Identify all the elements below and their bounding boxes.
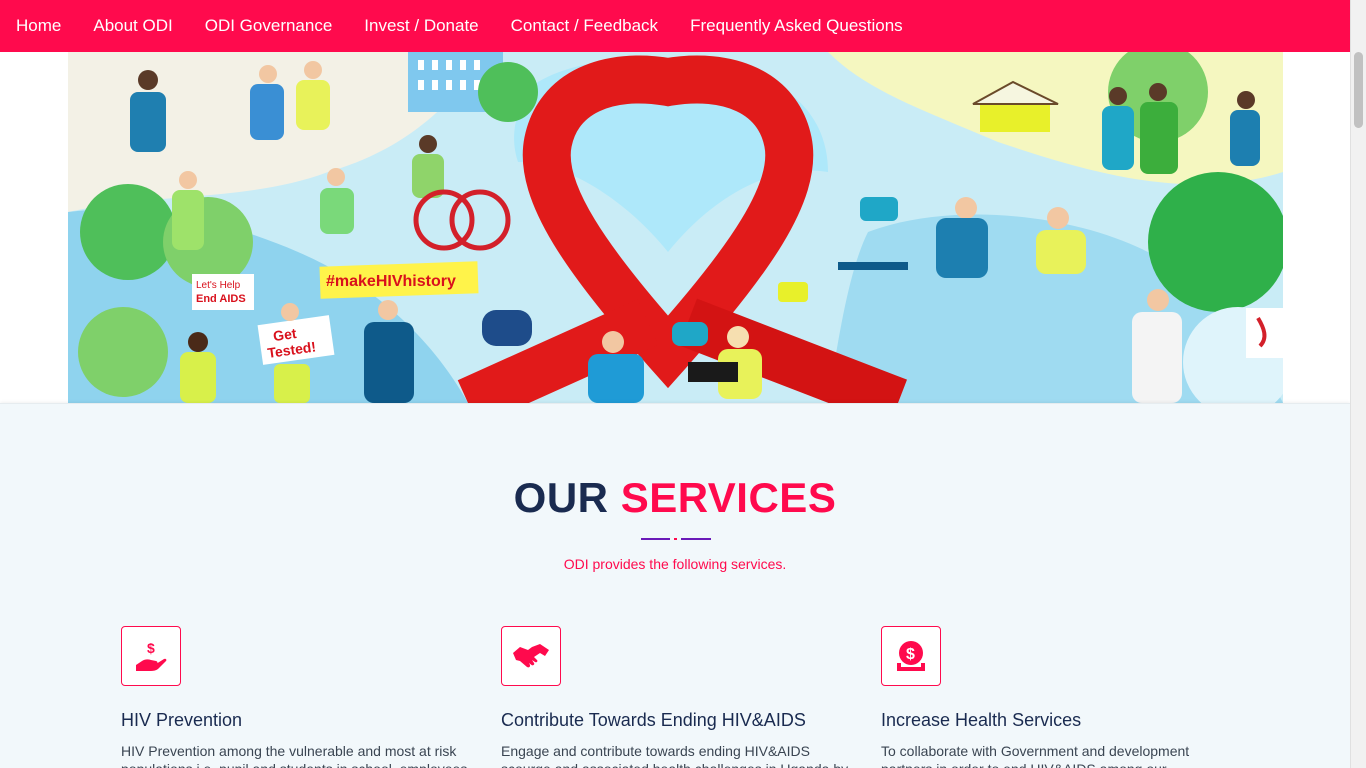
hero-carousel[interactable]: #makeHIVhistory Let's Help End AIDS Get … bbox=[68, 52, 1283, 403]
handshake-icon bbox=[501, 626, 561, 686]
service-title: Increase Health Services bbox=[881, 710, 1082, 730]
service-card-ending-hiv-aids: Contribute Towards Ending HIV&AIDS Engag… bbox=[501, 626, 861, 768]
nav-invest-donate[interactable]: Invest / Donate bbox=[348, 0, 494, 52]
nav-faq[interactable]: Frequently Asked Questions bbox=[674, 0, 919, 52]
services-section: OUR SERVICES ODI provides the following … bbox=[0, 403, 1350, 768]
services-subtitle: ODI provides the following services. bbox=[563, 556, 787, 572]
service-description: To collaborate with Government and devel… bbox=[881, 743, 1190, 768]
top-navbar: Home About ODI ODI Governance Invest / D… bbox=[0, 0, 1366, 52]
service-description: Engage and contribute towards ending HIV… bbox=[501, 743, 848, 768]
service-title: Contribute Towards Ending HIV&AIDS bbox=[501, 710, 806, 730]
banner-sign-make-hiv-history: #makeHIVhistory bbox=[326, 273, 456, 290]
services-title-part2: SERVICES bbox=[620, 474, 837, 521]
nav-about[interactable]: About ODI bbox=[77, 0, 188, 52]
services-title-part1: OUR bbox=[513, 474, 609, 521]
svg-text:$: $ bbox=[147, 640, 155, 656]
hand-holding-dollar-icon: $ bbox=[121, 626, 181, 686]
service-description: HIV Prevention among the vulnerable and … bbox=[121, 743, 467, 768]
banner-sign-end-aids: Let's Help bbox=[196, 280, 241, 291]
dollar-coin-icon: $ bbox=[881, 626, 941, 686]
svg-text:$: $ bbox=[906, 646, 915, 663]
service-card-hiv-prevention: $ HIV Prevention HIV Prevention among th… bbox=[121, 626, 481, 768]
scrollbar-thumb[interactable] bbox=[1354, 52, 1363, 128]
page-scrollbar[interactable] bbox=[1350, 0, 1366, 768]
hero-illustration: #makeHIVhistory Let's Help End AIDS Get … bbox=[68, 52, 1283, 403]
svg-text:End AIDS: End AIDS bbox=[196, 293, 246, 305]
nav-contact-feedback[interactable]: Contact / Feedback bbox=[495, 0, 674, 52]
nav-governance[interactable]: ODI Governance bbox=[189, 0, 349, 52]
service-card-increase-health-services: $ Increase Health Services To collaborat… bbox=[881, 626, 1241, 768]
nav-home[interactable]: Home bbox=[0, 0, 77, 52]
title-divider bbox=[641, 538, 711, 541]
services-title: OUR SERVICES bbox=[0, 474, 1350, 522]
service-title: HIV Prevention bbox=[121, 710, 243, 730]
